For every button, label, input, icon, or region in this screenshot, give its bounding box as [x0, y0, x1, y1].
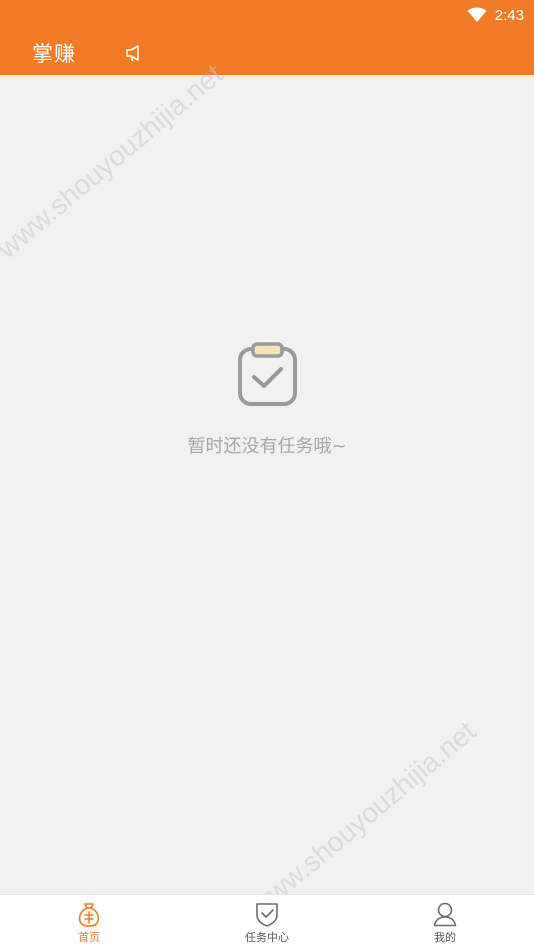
- megaphone-icon[interactable]: [125, 44, 145, 62]
- shield-check-icon: [254, 901, 280, 927]
- money-bag-icon: [76, 901, 102, 927]
- app-title: 掌赚: [32, 42, 76, 66]
- app-header: 2:43 掌赚: [0, 0, 534, 75]
- nav-label-me: 我的: [434, 931, 456, 944]
- nav-item-home[interactable]: 首页: [0, 895, 178, 949]
- nav-label-task-center: 任务中心: [245, 931, 289, 944]
- watermark: www.shouyouzhijia.net: [244, 715, 482, 922]
- status-bar: 2:43: [467, 5, 524, 25]
- empty-state-message: 暂时还没有任务哦~: [187, 436, 347, 457]
- wifi-icon: [467, 7, 487, 23]
- status-time: 2:43: [494, 6, 524, 24]
- user-icon: [432, 901, 458, 927]
- watermark: www.shouyouzhijia.net: [0, 58, 229, 265]
- bottom-nav: 首页 任务中心 我的: [0, 894, 534, 949]
- nav-item-task-center[interactable]: 任务中心: [178, 895, 356, 949]
- nav-label-home: 首页: [78, 931, 100, 944]
- clipboard-check-icon: [237, 341, 298, 407]
- nav-item-me[interactable]: 我的: [356, 895, 534, 949]
